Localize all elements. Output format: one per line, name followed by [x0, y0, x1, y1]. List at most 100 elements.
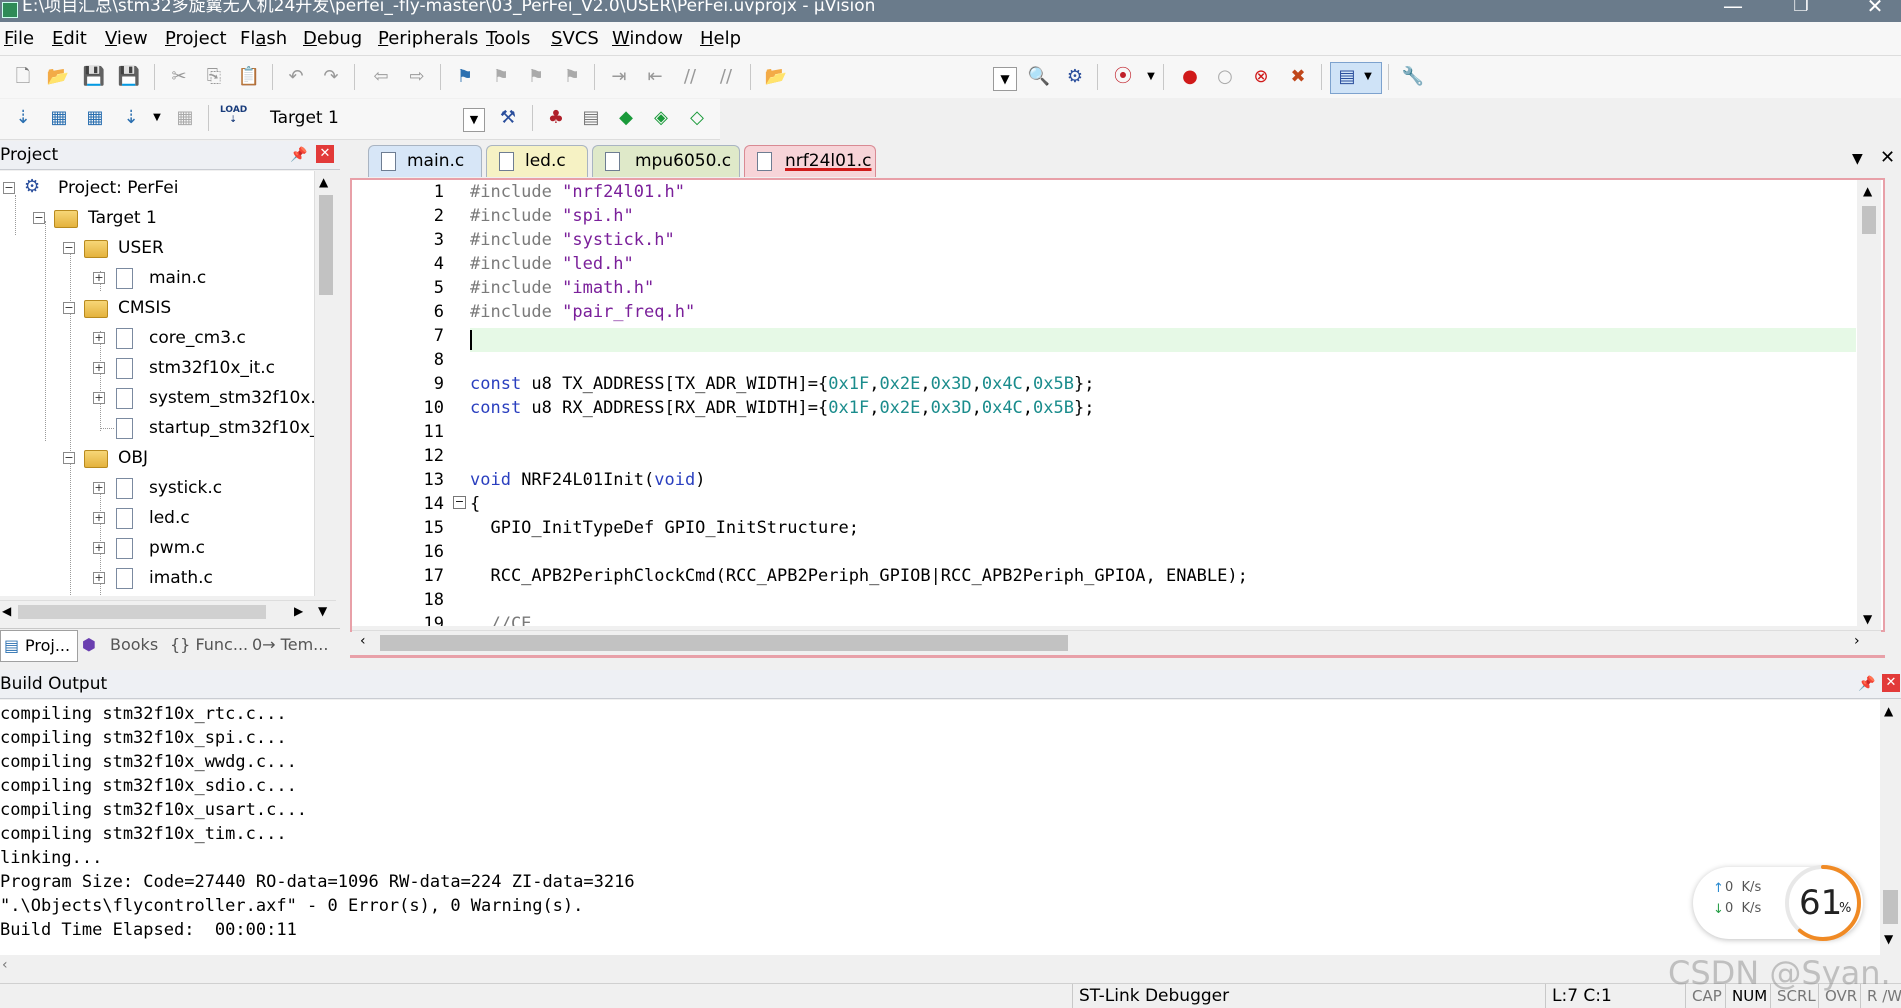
scrollbar-thumb[interactable]: [319, 195, 333, 295]
scroll-left-icon[interactable]: ‹: [2, 957, 8, 973]
tabs-dropdown-chevron-icon[interactable]: ▼: [1852, 151, 1863, 167]
fold-collapse-icon[interactable]: −: [453, 496, 466, 509]
batch-build-icon[interactable]: ⇣: [118, 105, 144, 131]
menu-file[interactable]: File: [4, 28, 34, 49]
next-bookmark-icon[interactable]: ⚑: [523, 64, 549, 90]
code-editor[interactable]: − 1 2 3 4 5 6 7 8 9 10 11 12 13 14 15 16 17 18 19 #include…: [350, 178, 1885, 634]
manage-run-time-icon[interactable]: ◈: [648, 105, 674, 131]
uncomment-icon[interactable]: //: [713, 64, 739, 90]
pin-icon[interactable]: 📌: [1858, 672, 1875, 696]
scroll-left-icon[interactable]: ‹: [360, 633, 366, 649]
new-file-icon[interactable]: 🗋: [10, 64, 36, 90]
configure-icon[interactable]: 🔧: [1400, 64, 1426, 90]
menu-tools[interactable]: Tools: [486, 28, 530, 49]
scroll-down-icon[interactable]: ▼: [1884, 932, 1893, 946]
menu-peripherals[interactable]: Peripherals: [378, 28, 478, 49]
maximize-button[interactable]: ❐: [1778, 0, 1824, 20]
incremental-find-icon[interactable]: 🔍: [1026, 64, 1052, 90]
clear-bookmarks-icon[interactable]: ⚑: [559, 64, 585, 90]
menu-edit[interactable]: Edit: [52, 28, 87, 49]
tree-group-obj[interactable]: − OBJ: [0, 444, 314, 472]
expand-icon[interactable]: +: [93, 332, 105, 344]
close-panel-icon[interactable]: ✕: [316, 145, 334, 163]
menu-flash[interactable]: Flash: [240, 28, 287, 49]
expand-icon[interactable]: +: [93, 482, 105, 494]
open-file-icon[interactable]: 📂: [45, 64, 71, 90]
scroll-right-icon[interactable]: ▶: [294, 604, 303, 618]
menu-debug[interactable]: Debug: [303, 28, 362, 49]
find-dropdown-chevron-icon[interactable]: ▼: [993, 67, 1017, 91]
menu-window[interactable]: Window: [612, 28, 683, 49]
expand-icon[interactable]: +: [93, 392, 105, 404]
find-in-files-icon[interactable]: 📂: [763, 64, 789, 90]
scroll-up-icon[interactable]: ▲: [319, 175, 328, 189]
target-options-icon[interactable]: ⚒: [495, 105, 521, 131]
build-output-text[interactable]: compiling stm32f10x_rtc.c... compiling st…: [0, 700, 1880, 955]
debug-dropdown-chevron-icon[interactable]: ▼: [1138, 64, 1164, 90]
disable-breakpoint-icon[interactable]: ○: [1212, 64, 1238, 90]
code-line[interactable]: const u8 TX_ADDRESS[TX_ADR_WIDTH]={0x1F,…: [470, 372, 1094, 396]
scroll-up-icon[interactable]: ▲: [1884, 704, 1893, 718]
translate-icon[interactable]: ⇣: [10, 105, 36, 131]
tree-file[interactable]: + system_stm32f10x.c: [0, 384, 314, 412]
tab-main-c[interactable]: main.c: [368, 145, 482, 177]
editor-vertical-scrollbar[interactable]: ▲ ▼: [1857, 180, 1881, 630]
paste-icon[interactable]: 📋: [236, 64, 262, 90]
close-panel-icon[interactable]: ✕: [1882, 674, 1900, 692]
tree-file[interactable]: + core_cm3.c: [0, 324, 314, 352]
tree-file[interactable]: + systick.c: [0, 474, 314, 502]
collapse-icon[interactable]: −: [63, 452, 75, 464]
scroll-down-icon[interactable]: ▼: [1863, 612, 1872, 626]
code-line[interactable]: RCC_APB2PeriphClockCmd(RCC_APB2Periph_GP…: [470, 564, 1247, 588]
menu-project[interactable]: Project: [165, 28, 227, 49]
code-line[interactable]: #include "nrf24l01.h": [470, 180, 685, 204]
scroll-right-icon[interactable]: ›: [1854, 633, 1860, 649]
scrollbar-thumb[interactable]: [18, 605, 266, 619]
code-line[interactable]: GPIO_InitTypeDef GPIO_InitStructure;: [470, 516, 858, 540]
window-layout-button[interactable]: ▤ ▼: [1330, 62, 1382, 94]
save-all-icon[interactable]: 💾: [116, 64, 142, 90]
comment-icon[interactable]: //: [677, 64, 703, 90]
close-tab-icon[interactable]: ✕: [1880, 147, 1895, 168]
bookmark-icon[interactable]: ⚑: [452, 64, 478, 90]
manage-components-icon[interactable]: ♣: [543, 105, 569, 131]
tree-group-user[interactable]: − USER: [0, 234, 314, 262]
navigate-forward-icon[interactable]: ⇨: [404, 64, 430, 90]
tab-functions[interactable]: {} Func...: [170, 630, 248, 660]
cut-icon[interactable]: ✂: [166, 64, 192, 90]
scroll-up-icon[interactable]: ▲: [1863, 184, 1872, 198]
tree-file[interactable]: + imath.c: [0, 564, 314, 592]
scrollbar-thumb[interactable]: [1862, 206, 1876, 234]
navigate-back-icon[interactable]: ⇦: [368, 64, 394, 90]
expand-icon[interactable]: +: [93, 362, 105, 374]
network-speed-widget[interactable]: ↑ 0 K/s ↓ 0 K/s 61 %: [1693, 865, 1863, 941]
code-line[interactable]: void NRF24L01Init(void): [470, 468, 705, 492]
breakpoint-icon[interactable]: ●: [1177, 64, 1203, 90]
prev-bookmark-icon[interactable]: ⚑: [488, 64, 514, 90]
redo-icon[interactable]: ↷: [318, 64, 344, 90]
unindent-icon[interactable]: ⇤: [642, 64, 668, 90]
code-line[interactable]: #include "spi.h": [470, 204, 634, 228]
tab-nrf24l01-c[interactable]: nrf24l01.c: [744, 145, 876, 177]
collapse-icon[interactable]: −: [63, 302, 75, 314]
collapse-icon[interactable]: −: [63, 242, 75, 254]
rebuild-icon[interactable]: ▦: [82, 105, 108, 131]
code-line[interactable]: const u8 RX_ADDRESS[RX_ADR_WIDTH]={0x1F,…: [470, 396, 1094, 420]
batch-build-chevron-icon[interactable]: ▼: [144, 105, 170, 131]
scrollbar-thumb[interactable]: [380, 635, 1068, 651]
indent-icon[interactable]: ⇥: [606, 64, 632, 90]
copy-icon[interactable]: ⎘: [201, 64, 227, 90]
minimize-button[interactable]: —: [1710, 0, 1756, 20]
target-select-value[interactable]: Target 1: [270, 108, 339, 128]
tree-file[interactable]: + pwm.c: [0, 534, 314, 562]
scrollbar-thumb[interactable]: [1883, 890, 1898, 924]
tab-templates[interactable]: 0→ Tem...: [252, 630, 328, 660]
code-line[interactable]: {: [470, 492, 480, 516]
tree-file[interactable]: + stm32f10x_it.c: [0, 354, 314, 382]
menu-svcs[interactable]: SVCS: [551, 28, 599, 49]
expand-icon[interactable]: +: [93, 542, 105, 554]
build-horizontal-scrollbar[interactable]: ‹: [0, 955, 1880, 977]
close-window-button[interactable]: ✕: [1852, 0, 1898, 20]
code-line[interactable]: #include "pair_freq.h": [470, 300, 695, 324]
find-icon[interactable]: ⚙: [1062, 64, 1088, 90]
